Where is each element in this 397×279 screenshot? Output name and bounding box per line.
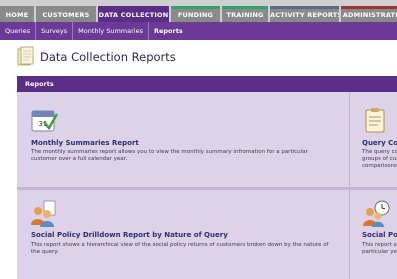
- report-card-title[interactable]: Social Polic: [362, 231, 397, 239]
- calendar-check-icon: 31: [31, 110, 58, 132]
- panel-header: Reports: [17, 76, 397, 92]
- tab-activity-reports[interactable]: ACTIVITY REPORTS: [270, 6, 339, 22]
- tab-training[interactable]: TRAINING: [222, 6, 268, 22]
- tab-home[interactable]: HOME: [0, 6, 34, 22]
- report-card-monthly-summaries[interactable]: 31 Monthly Summaries Report The monthly …: [17, 92, 349, 187]
- reports-panel: Reports 31 Monthly Summaries Report The …: [17, 76, 397, 279]
- subnav-item-monthly-summaries[interactable]: Monthly Summaries: [73, 22, 149, 40]
- report-card-description: This report shows a particular year.: [362, 242, 397, 255]
- subnav-item-queries[interactable]: Queries: [0, 22, 37, 40]
- tab-data-collection[interactable]: DATA COLLECTION: [98, 6, 169, 22]
- top-navigation-bar: HOME CUSTOMERS DATA COLLECTION FUNDING T…: [0, 0, 397, 22]
- tab-funding[interactable]: FUNDING: [171, 6, 220, 22]
- tab-administration[interactable]: ADMINISTRATION: [341, 6, 397, 22]
- tab-customers[interactable]: CUSTOMERS: [36, 6, 96, 22]
- report-card-title[interactable]: Query Comparis: [362, 139, 397, 147]
- people-document-icon: [31, 200, 56, 227]
- report-card-title[interactable]: Monthly Summaries Report: [31, 139, 139, 147]
- report-card-description: The monthly summaries report allows you …: [31, 149, 308, 162]
- report-card-query-comparison[interactable]: Query Comparis The query comparison or g…: [350, 92, 397, 187]
- column-divider: [349, 92, 350, 279]
- report-card-social-policy-yearly[interactable]: Social Polic This report shows a particu…: [350, 190, 397, 279]
- report-card-title[interactable]: Social Policy Drilldown Report by Nature…: [31, 231, 228, 239]
- people-clock-icon: [363, 200, 390, 227]
- subnav-item-surveys[interactable]: Surveys: [36, 22, 74, 40]
- sub-navigation-bar: Queries Surveys Monthly Summaries Report…: [0, 22, 397, 40]
- report-card-description: The query comparison or groups of custom…: [362, 149, 397, 169]
- page-title: Data Collection Reports: [40, 50, 176, 64]
- documents-icon: [17, 46, 34, 66]
- clipboard-icon: [365, 108, 385, 133]
- report-card-social-policy-drilldown[interactable]: Social Policy Drilldown Report by Nature…: [17, 190, 349, 279]
- subnav-item-reports[interactable]: Reports: [149, 22, 188, 40]
- report-card-description: This report shows a hierarchical view of…: [31, 242, 329, 255]
